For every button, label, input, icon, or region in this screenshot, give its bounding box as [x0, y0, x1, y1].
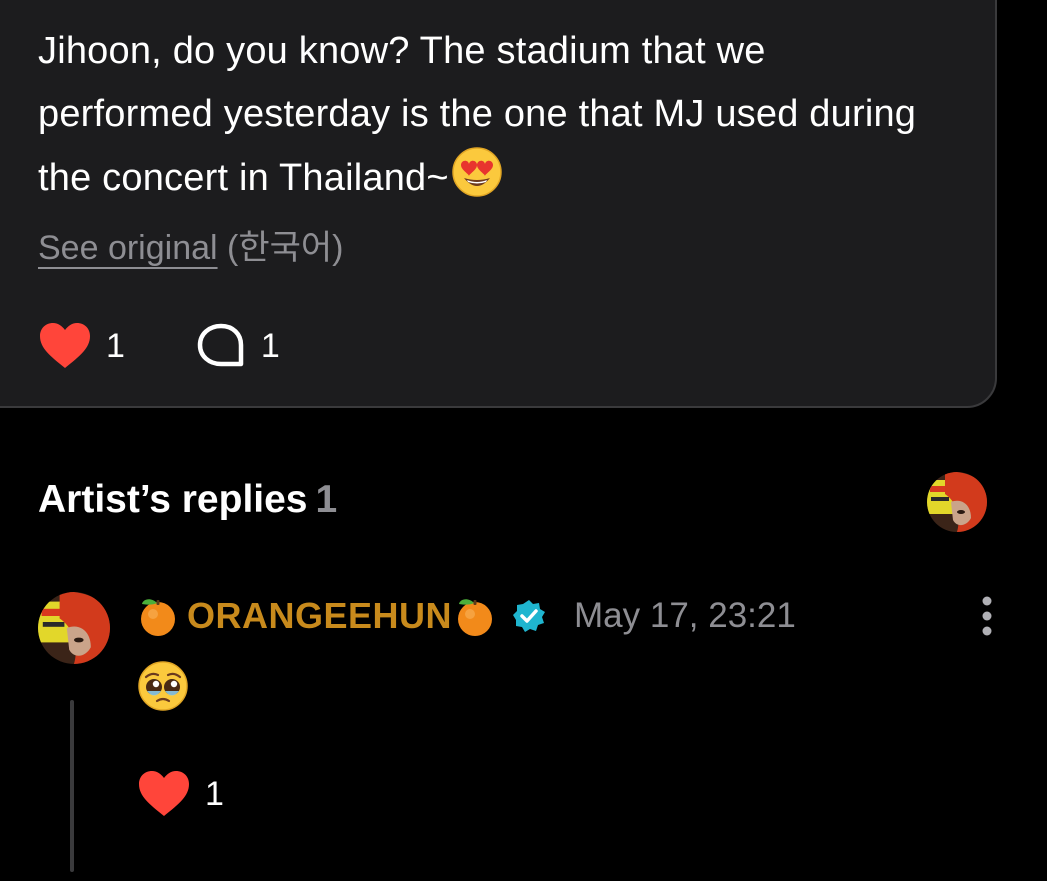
like-count: 1 [106, 326, 125, 365]
comment-button[interactable]: 1 [195, 322, 280, 370]
like-button[interactable]: 1 [38, 322, 125, 370]
heart-icon [40, 323, 90, 368]
reply-like-count: 1 [205, 774, 224, 813]
see-original-link[interactable]: See original [38, 229, 218, 267]
comment-bubble-icon [197, 323, 244, 367]
post-body: Jihoon, do you know? The stadium that we… [38, 20, 938, 210]
heart-eyes-emoji-icon [452, 147, 502, 197]
more-vertical-icon [982, 596, 992, 636]
post-detail-screen: Jihoon, do you know? The stadium that we… [0, 0, 1047, 881]
reply-actions: 1 [137, 768, 224, 820]
avatar-image [927, 472, 987, 532]
artist-avatar-button[interactable] [927, 472, 987, 532]
more-options-button[interactable] [975, 594, 999, 640]
pleading-face-emoji-icon [138, 661, 188, 711]
verified-badge-icon [513, 600, 546, 632]
orange-emoji-icon [141, 599, 175, 636]
artist-replies-title: Artist’s replies [38, 478, 308, 521]
see-original-row: See original (한국어) [38, 220, 344, 269]
reply-author-avatar[interactable] [38, 592, 110, 664]
reply-header: ORANGEEHUN May 17, 23:21 [137, 592, 796, 640]
heart-icon [139, 771, 189, 816]
post-actions: 1 1 [38, 320, 280, 372]
comment-count: 1 [260, 326, 280, 365]
original-language-label: (한국어) [227, 229, 344, 267]
avatar-image [38, 592, 110, 664]
reply-timestamp: May 17, 23:21 [574, 596, 796, 635]
reply-author-name[interactable]: ORANGEEHUN [187, 595, 452, 637]
reply-thread-line [70, 700, 74, 872]
artist-replies-count: 1 [315, 478, 338, 521]
artist-replies-heading: Artist’s replies 1 [38, 478, 337, 522]
reply-like-button[interactable]: 1 [137, 770, 224, 818]
orange-emoji-icon [458, 599, 493, 636]
